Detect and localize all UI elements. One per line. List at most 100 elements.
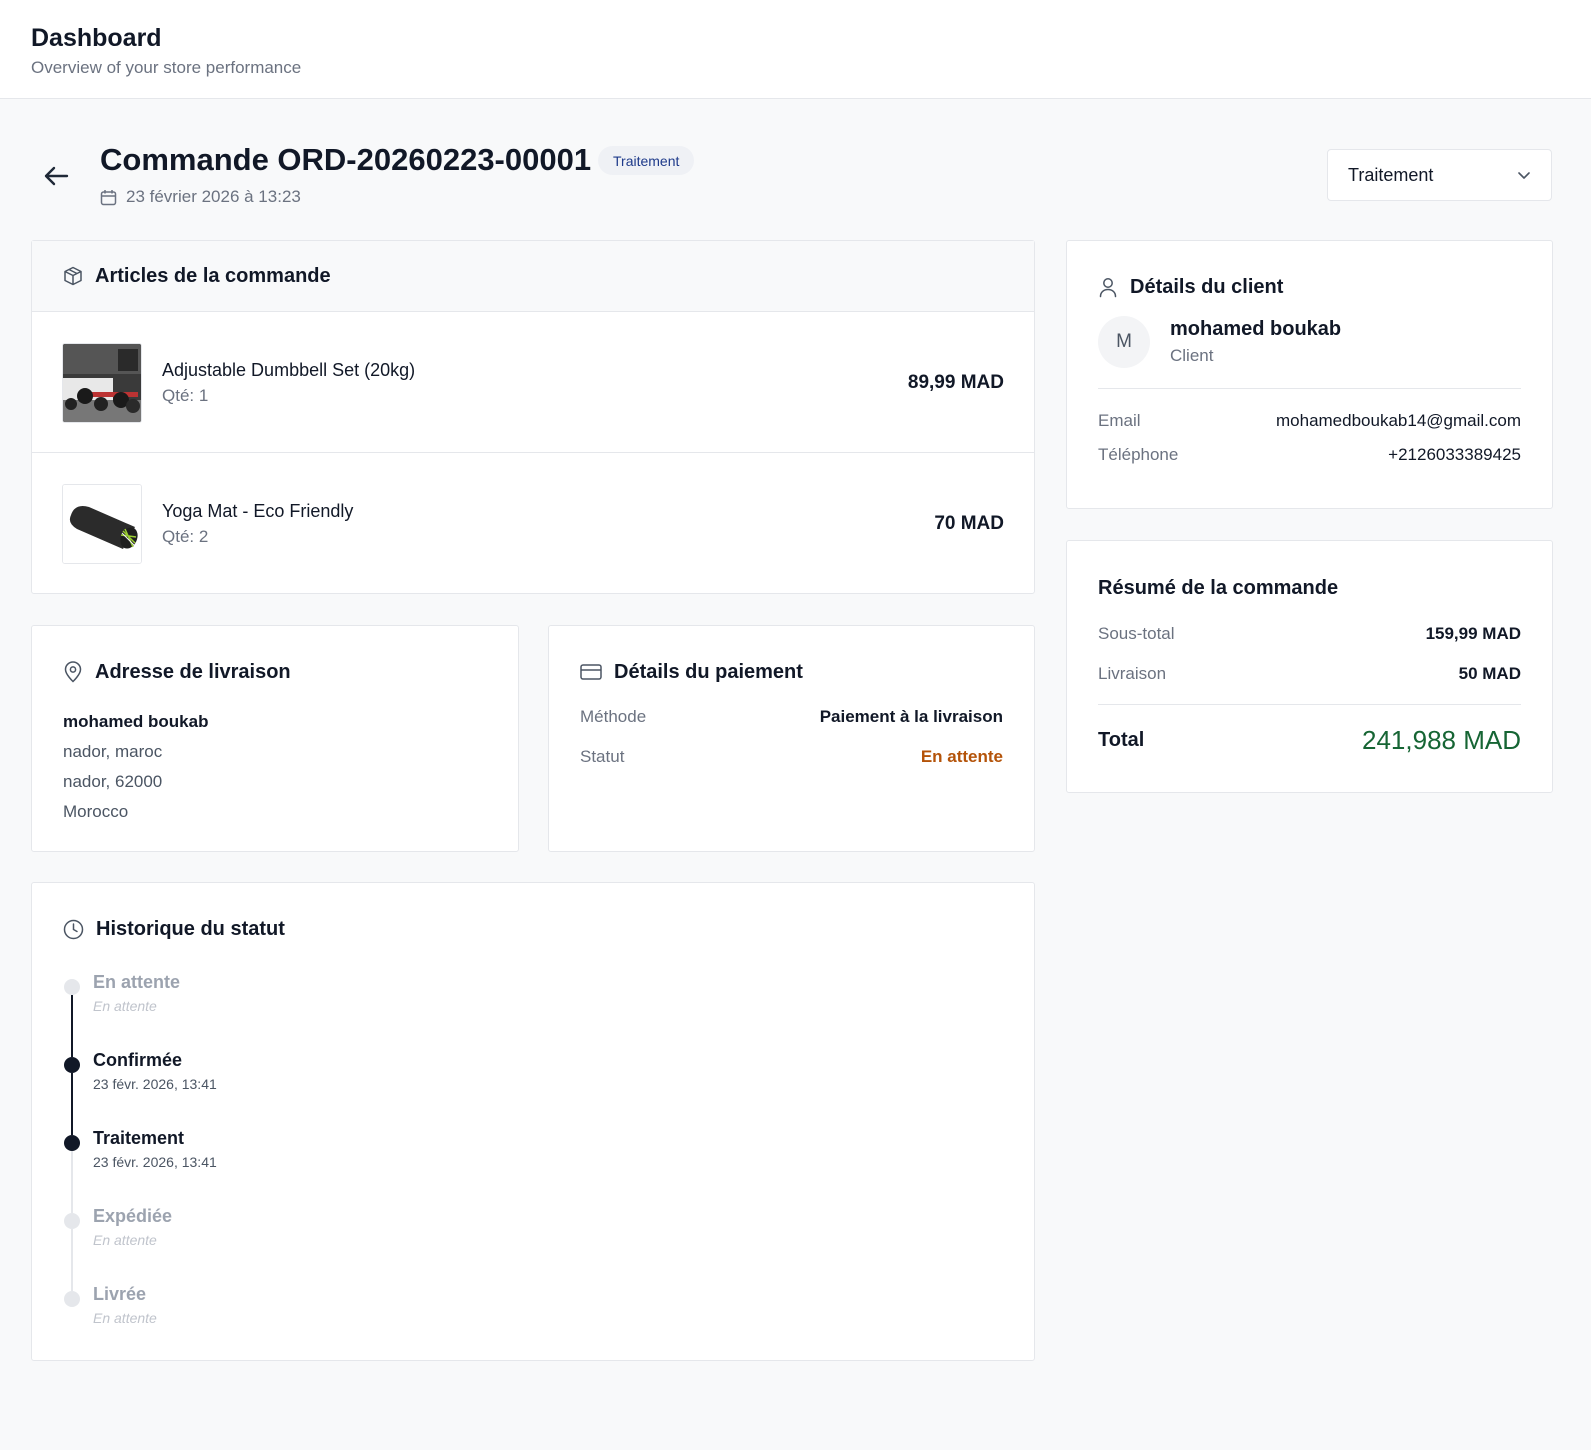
shipping-address-card: Adresse de livraison mohamed boukab nado…: [31, 625, 519, 852]
client-details-title: Détails du client: [1130, 275, 1284, 298]
status-history-title: Historique du statut: [96, 917, 285, 940]
payment-status-value: En attente: [920, 747, 1003, 766]
client-details-header: Détails du client: [1098, 272, 1521, 302]
order-item-row: Adjustable Dumbbell Set (20kg) Qté: 1 89…: [32, 312, 1034, 453]
shipping-address-lines: mohamed boukab nador, maroc nador, 62000…: [63, 707, 487, 827]
chevron-down-icon: [1518, 172, 1530, 179]
map-pin-icon: [64, 661, 82, 683]
timeline-connector: [71, 1073, 73, 1135]
shipping-line2: nador, 62000: [63, 772, 163, 791]
client-email-value[interactable]: mohamedboukab14@gmail.com: [1276, 411, 1521, 431]
shipping-cost-value: 50 MAD: [1458, 664, 1521, 683]
back-button[interactable]: [40, 160, 72, 192]
timeline-step-title: Confirmée: [93, 1050, 183, 1070]
timeline-step: Traitement 23 févr. 2026, 13:41: [63, 1127, 1003, 1213]
order-title: Commande ORD-20260223-00001: [100, 142, 592, 177]
package-icon: [64, 266, 82, 286]
timeline-step-sub: 23 févr. 2026, 13:41: [93, 1076, 217, 1092]
order-items-card: Articles de la commande Adjustable Dumbb…: [31, 240, 1035, 594]
payment-details-title: Détails du paiement: [614, 660, 803, 683]
clock-icon: [63, 919, 84, 939]
total-row: Total 241,988 MAD: [1098, 725, 1521, 756]
timeline-step: Livrée En attente: [63, 1283, 1003, 1361]
user-icon: [1099, 277, 1117, 297]
order-item-row: Yoga Mat - Eco Friendly Qté: 2 70 MAD: [32, 453, 1034, 594]
shipping-address-title: Adresse de livraison: [95, 660, 291, 683]
order-date-text: 23 février 2026 à 13:23: [126, 187, 301, 206]
status-select-value: Traitement: [1348, 164, 1434, 185]
client-phone-row: Téléphone +2126033389425: [1098, 445, 1521, 465]
timeline-dot: [64, 1135, 80, 1151]
item-name: Yoga Mat - Eco Friendly: [162, 501, 354, 521]
page-title: Dashboard: [31, 24, 162, 52]
shipping-address-header: Adresse de livraison: [63, 657, 487, 687]
item-qty: Qté: 1: [162, 386, 209, 405]
timeline-step: Confirmée 23 févr. 2026, 13:41: [63, 1049, 1003, 1135]
timeline-step-title: Livrée: [93, 1284, 147, 1304]
client-role: Client: [1170, 346, 1214, 365]
subtotal-value: 159,99 MAD: [1425, 624, 1521, 643]
timeline-dot: [64, 1057, 80, 1073]
timeline-connector: [71, 995, 73, 1057]
timeline-step-sub: En attente: [93, 1310, 157, 1326]
timeline-step: Expédiée En attente: [63, 1205, 1003, 1291]
shipping-cost-row: Livraison 50 MAD: [1098, 664, 1521, 684]
payment-status-row: Statut En attente: [580, 747, 1003, 767]
shipping-line1: nador, maroc: [63, 742, 163, 761]
divider: [1098, 388, 1521, 389]
payment-method-value: Paiement à la livraison: [819, 707, 1003, 726]
timeline-step: En attente En attente: [63, 971, 1003, 1057]
payment-method-label: Méthode: [580, 707, 647, 726]
payment-status-label: Statut: [580, 747, 625, 766]
item-price: 89,99 MAD: [907, 372, 1004, 393]
order-items-title: Articles de la commande: [95, 264, 331, 287]
item-name: Adjustable Dumbbell Set (20kg): [162, 360, 416, 380]
divider: [1098, 704, 1521, 705]
status-history-header: Historique du statut: [63, 914, 1003, 944]
timeline-connector: [71, 1229, 73, 1291]
timeline-step-title: Expédiée: [93, 1206, 173, 1226]
timeline-step-sub: 23 févr. 2026, 13:41: [93, 1154, 217, 1170]
client-email-label: Email: [1098, 411, 1141, 430]
shipping-country: Morocco: [63, 802, 129, 821]
calendar-icon: [100, 189, 117, 205]
status-badge: Traitement: [598, 146, 695, 175]
payment-details-header: Détails du paiement: [580, 657, 1003, 687]
status-timeline: En attente En attente Confirmée 23 févr.…: [63, 971, 1003, 1361]
status-select[interactable]: Traitement: [1327, 149, 1552, 201]
order-items-header: Articles de la commande: [32, 241, 1034, 312]
top-header: Dashboard Overview of your store perform…: [0, 0, 1591, 99]
client-phone-label: Téléphone: [1098, 445, 1179, 464]
timeline-dot: [64, 1291, 80, 1307]
subtotal-label: Sous-total: [1098, 624, 1175, 643]
page-subtitle: Overview of your store performance: [31, 58, 302, 77]
payment-details-card: Détails du paiement Méthode Paiement à l…: [548, 625, 1035, 852]
client-details-card: Détails du client M mohamed boukab Clien…: [1066, 240, 1553, 509]
subtotal-row: Sous-total 159,99 MAD: [1098, 624, 1521, 644]
timeline-dot: [64, 1213, 80, 1229]
order-summary-title: Résumé de la commande: [1098, 577, 1339, 599]
client-identity: M mohamed boukab Client: [1098, 316, 1521, 368]
shipping-name: mohamed boukab: [63, 712, 209, 731]
client-email-row: Email mohamedboukab14@gmail.com: [1098, 411, 1521, 431]
credit-card-icon: [580, 664, 602, 680]
timeline-step-title: Traitement: [93, 1128, 185, 1148]
arrow-left-icon: [44, 166, 69, 186]
item-qty: Qté: 2: [162, 527, 209, 546]
shipping-cost-label: Livraison: [1098, 664, 1167, 683]
order-date: 23 février 2026 à 13:23: [100, 187, 301, 207]
order-summary-card: Résumé de la commande Sous-total 159,99 …: [1066, 540, 1553, 793]
item-price: 70 MAD: [934, 513, 1004, 534]
timeline-dot: [64, 979, 80, 995]
timeline-connector: [71, 1151, 73, 1213]
timeline-step-sub: En attente: [93, 1232, 157, 1248]
timeline-step-title: En attente: [93, 972, 181, 992]
timeline-step-sub: En attente: [93, 998, 157, 1014]
client-name: mohamed boukab: [1170, 318, 1342, 340]
product-image-dumbbell[interactable]: [62, 343, 142, 423]
payment-method-row: Méthode Paiement à la livraison: [580, 707, 1003, 727]
status-history-card: Historique du statut En attente En atten…: [31, 882, 1035, 1361]
total-label: Total: [1098, 729, 1145, 751]
client-phone-value[interactable]: +2126033389425: [1388, 445, 1521, 465]
product-image-yoga-mat[interactable]: [62, 484, 142, 564]
